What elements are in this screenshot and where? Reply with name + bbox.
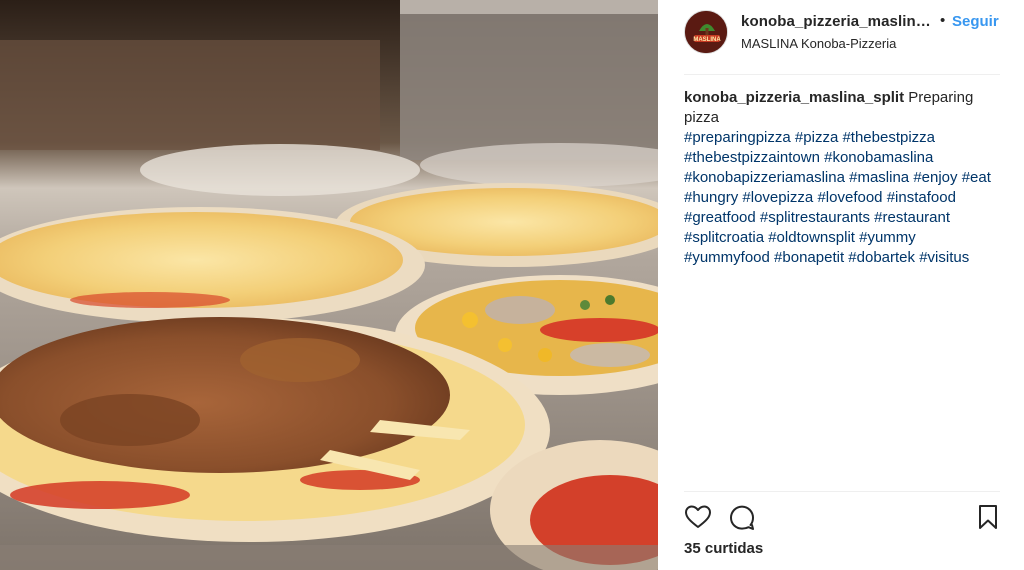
- post-caption: konoba_pizzeria_maslina_split Preparing …: [684, 88, 1000, 268]
- hashtag-link[interactable]: #eat: [962, 169, 991, 186]
- hashtag-link[interactable]: #splitrestaurants: [760, 209, 870, 226]
- post-photo[interactable]: [0, 0, 658, 570]
- post-actions: [684, 503, 1000, 533]
- maslina-logo-icon: MASLINA: [685, 11, 727, 53]
- hashtag-link[interactable]: #yummyfood: [684, 249, 770, 266]
- hashtag-link[interactable]: #thebestpizza: [842, 129, 935, 146]
- follow-button[interactable]: Seguir: [952, 13, 999, 30]
- hashtag-link[interactable]: #thebestpizzaintown: [684, 149, 820, 166]
- hashtag-link[interactable]: #preparingpizza: [684, 129, 791, 146]
- likes-count[interactable]: 35 curtidas: [684, 540, 763, 557]
- hashtag-link[interactable]: #greatfood: [684, 209, 756, 226]
- save-button[interactable]: [974, 503, 1002, 531]
- svg-text:MASLINA: MASLINA: [693, 37, 721, 43]
- hashtag-link[interactable]: #yummy: [859, 229, 916, 246]
- post-location[interactable]: MASLINA Konoba-Pizzeria: [741, 36, 896, 51]
- hashtag-link[interactable]: #instafood: [887, 189, 956, 206]
- hashtag-link[interactable]: #maslina: [849, 169, 909, 186]
- like-button[interactable]: [684, 503, 712, 531]
- post-side-panel: MASLINA konoba_pizzeria_maslin… • Seguir…: [658, 0, 1024, 570]
- hashtag-link[interactable]: #hungry: [684, 189, 738, 206]
- hashtag-link[interactable]: #bonapetit: [774, 249, 844, 266]
- caption-hashtags: #preparingpizza #pizza #thebestpizza #th…: [684, 129, 991, 266]
- hashtag-link[interactable]: #lovepizza: [742, 189, 813, 206]
- hashtag-link[interactable]: #enjoy: [913, 169, 957, 186]
- header-divider: [684, 74, 1000, 75]
- actions-divider: [684, 491, 1000, 492]
- hashtag-link[interactable]: #dobartek: [848, 249, 915, 266]
- post-header: MASLINA konoba_pizzeria_maslin… • Seguir…: [658, 0, 1024, 74]
- hashtag-link[interactable]: #oldtownsplit: [768, 229, 855, 246]
- avatar[interactable]: MASLINA: [684, 10, 728, 54]
- hashtag-link[interactable]: #splitcroatia: [684, 229, 764, 246]
- comment-button[interactable]: [728, 503, 756, 531]
- heart-icon: [685, 505, 711, 528]
- hashtag-link[interactable]: #visitus: [919, 249, 969, 266]
- author-username[interactable]: konoba_pizzeria_maslin…: [741, 13, 931, 30]
- hashtag-link[interactable]: #pizza: [795, 129, 838, 146]
- hashtag-link[interactable]: #konobamaslina: [824, 149, 933, 166]
- pizza-photo-illustration: [0, 0, 658, 570]
- hashtag-link[interactable]: #lovefood: [817, 189, 882, 206]
- comment-icon: [730, 505, 754, 530]
- hashtag-link[interactable]: #konobapizzeriamaslina: [684, 169, 845, 186]
- caption-username[interactable]: konoba_pizzeria_maslina_split: [684, 89, 904, 106]
- hashtag-link[interactable]: #restaurant: [874, 209, 950, 226]
- separator-dot: •: [940, 12, 946, 29]
- bookmark-icon: [979, 505, 997, 529]
